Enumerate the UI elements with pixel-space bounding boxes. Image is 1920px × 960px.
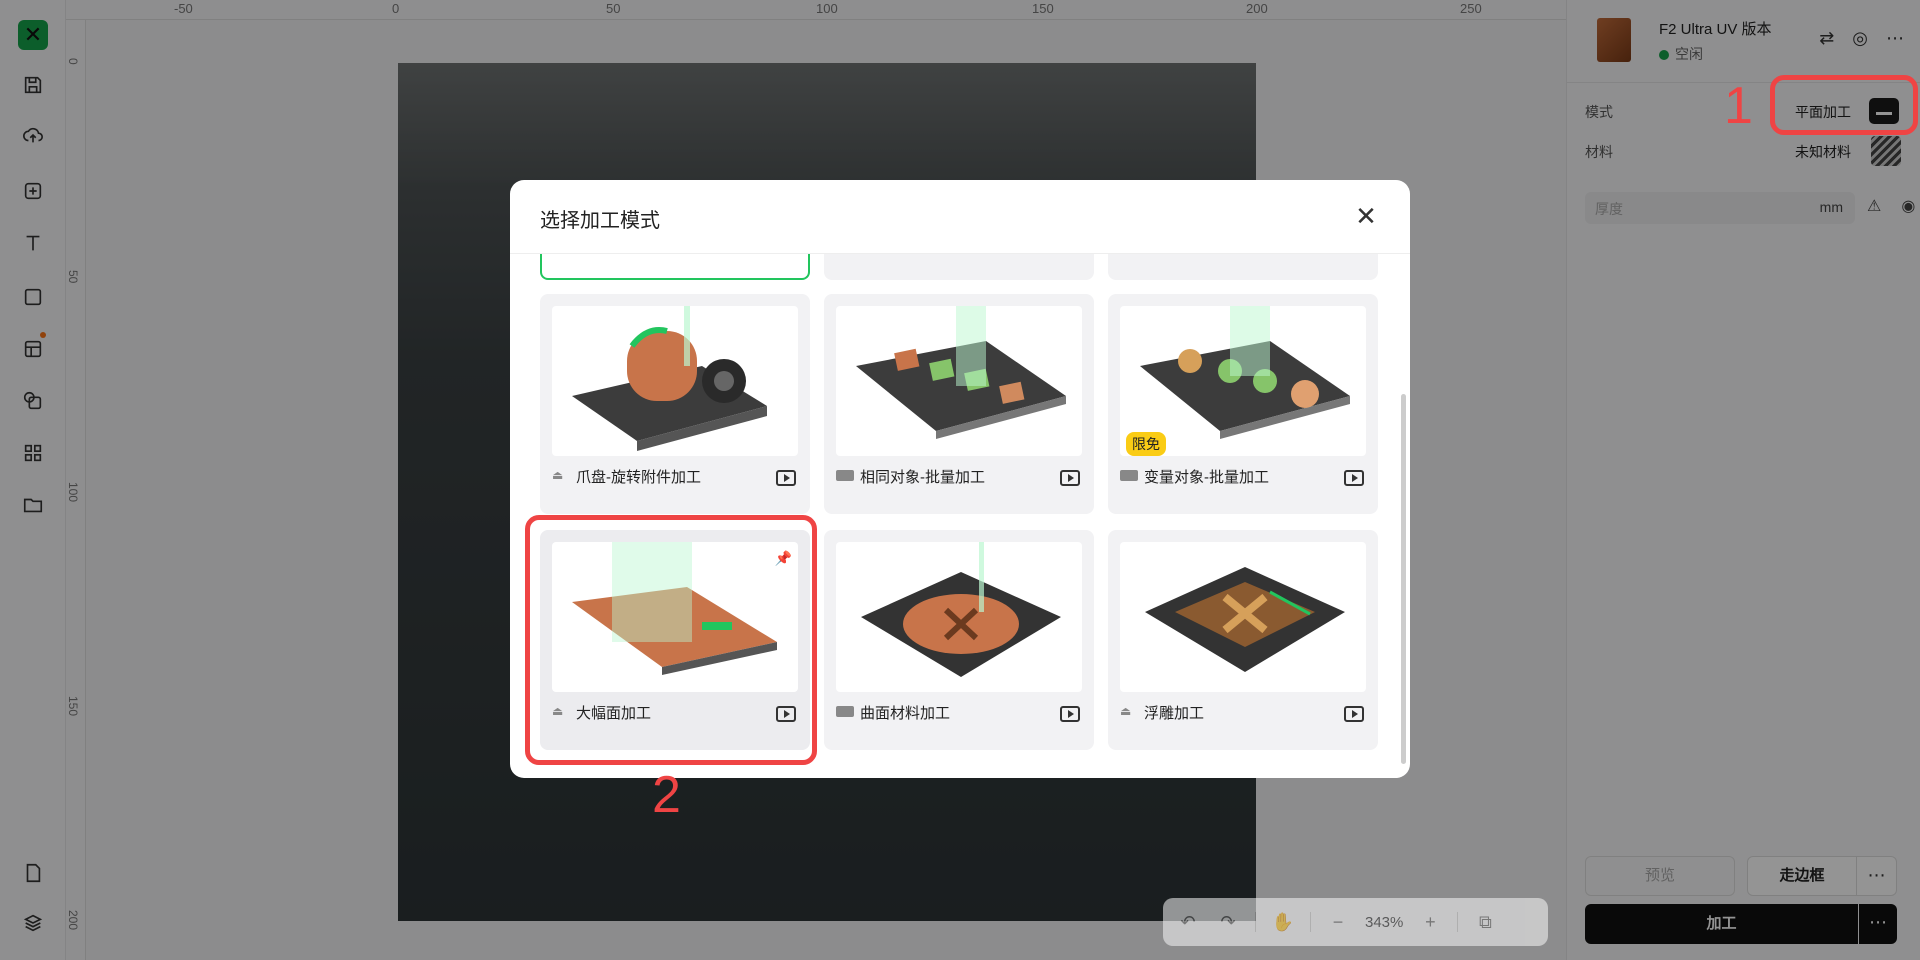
play-video-icon[interactable] xyxy=(1060,706,1080,722)
mode-card-label: 曲面材料加工 xyxy=(860,705,951,722)
divider xyxy=(1457,912,1459,932)
mode-illustration xyxy=(836,542,1082,692)
beta-icon xyxy=(836,470,854,481)
dialog-header: 选择加工模式 ✕ xyxy=(510,180,1410,254)
play-video-icon[interactable] xyxy=(1344,706,1364,722)
mode-card-label: 变量对象-批量加工 xyxy=(1144,469,1269,486)
mode-card-label: 爪盘-旋转附件加工 xyxy=(576,469,701,486)
mode-card-rotary[interactable]: ⏏ 爪盘-旋转附件加工 xyxy=(540,294,810,514)
zoom-out-icon[interactable]: − xyxy=(1325,909,1351,935)
mode-card-batch-variable[interactable]: 限免 变量对象-批量加工 xyxy=(1108,294,1378,514)
divider xyxy=(1310,912,1311,932)
undo-icon[interactable]: ↶ xyxy=(1175,909,1201,935)
mode-card-partial[interactable] xyxy=(1108,254,1378,280)
close-icon[interactable]: ✕ xyxy=(1352,202,1380,230)
mode-card-batch-same[interactable]: 相同对象-批量加工 xyxy=(824,294,1094,514)
divider xyxy=(1255,912,1256,932)
mode-card-curved[interactable]: 曲面材料加工 xyxy=(824,530,1094,750)
flat-mode-icon: ⏏ xyxy=(1120,704,1132,718)
play-video-icon[interactable] xyxy=(1344,470,1364,486)
mode-illustration xyxy=(552,306,798,456)
annotation-number: 2 xyxy=(652,766,681,824)
mode-card-selected-partial[interactable] xyxy=(540,254,810,280)
zoom-level: 343% xyxy=(1365,913,1404,931)
annotation-number: 1 xyxy=(1724,77,1753,135)
dialog-scrollbar[interactable] xyxy=(1401,394,1406,764)
zoom-in-icon[interactable]: + xyxy=(1417,909,1443,935)
hand-icon[interactable]: ✋ xyxy=(1270,909,1296,935)
play-video-icon[interactable] xyxy=(1060,470,1080,486)
play-video-icon[interactable] xyxy=(776,470,796,486)
annotation-box xyxy=(525,515,817,765)
mode-card-relief[interactable]: ⏏ 浮雕加工 xyxy=(1108,530,1378,750)
mode-illustration xyxy=(836,306,1082,456)
mode-card-label: 相同对象-批量加工 xyxy=(860,469,985,486)
free-badge: 限免 xyxy=(1126,432,1166,456)
beta-icon xyxy=(836,706,854,717)
mode-illustration xyxy=(1120,542,1366,692)
annotation-box xyxy=(1770,75,1918,135)
beta-icon xyxy=(1120,470,1138,481)
fit-view-icon[interactable]: ⧉ xyxy=(1472,909,1498,935)
dialog-title: 选择加工模式 xyxy=(540,210,660,232)
flat-mode-icon: ⏏ xyxy=(552,468,564,482)
redo-icon[interactable]: ↷ xyxy=(1215,909,1241,935)
canvas-toolbar: ↶ ↷ ✋ − 343% + ⧉ xyxy=(1163,898,1548,946)
mode-card-label: 浮雕加工 xyxy=(1144,705,1205,722)
mode-card-partial[interactable] xyxy=(824,254,1094,280)
